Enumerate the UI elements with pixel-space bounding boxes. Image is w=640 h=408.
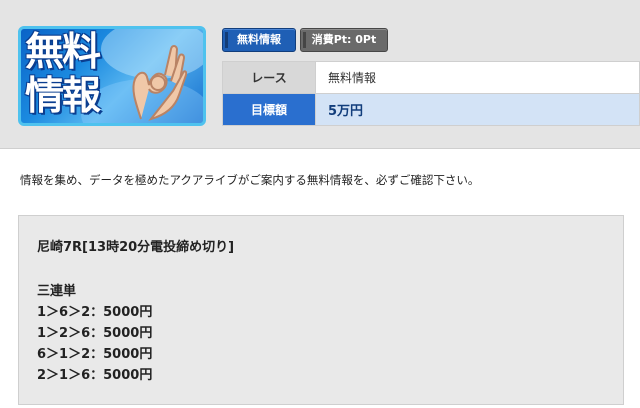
points-cost-badge: 消費Pt: 0Pt <box>300 28 388 52</box>
list-item: 1＞6＞2：5000円 <box>37 305 153 320</box>
ok-hand-icon <box>132 45 187 121</box>
list-item: 6＞1＞2：5000円 <box>37 347 153 362</box>
free-pick-box: 尼崎7R[13時20分電投締め切り] 三連単 1＞6＞2：5000円 1＞2＞6… <box>18 215 624 405</box>
race-label: レース <box>222 61 316 94</box>
target-value: 5万円 <box>315 93 640 126</box>
bet-type: 三連単 <box>37 284 77 299</box>
free-info-badge-label: 無料情報 <box>237 33 281 46</box>
list-item: 2＞1＞6：5000円 <box>37 368 153 383</box>
badge-stripe <box>225 32 228 48</box>
points-cost-badge-label: 消費Pt: 0Pt <box>311 33 377 46</box>
target-label: 目標額 <box>222 93 316 126</box>
free-info-badge: 無料情報 <box>222 28 296 52</box>
race-info-table: レース 無料情報 目標額 5万円 <box>222 61 640 126</box>
intro-text: 情報を集め、データを極めたアクアライブがご案内する無料情報を、必ずご確認下さい。 <box>20 173 480 187</box>
race-value: 無料情報 <box>315 61 640 94</box>
banner-title: 無料情報 <box>25 30 101 119</box>
combination-list: 1＞6＞2：5000円 1＞2＞6：5000円 6＞1＞2：5000円 2＞1＞… <box>37 302 152 386</box>
race-row: レース 無料情報 <box>222 61 640 94</box>
list-item: 1＞2＞6：5000円 <box>37 326 153 341</box>
free-info-banner: 無料情報 <box>18 26 206 126</box>
race-title: 尼崎7R[13時20分電投締め切り] <box>37 240 235 255</box>
target-row: 目標額 5万円 <box>222 93 640 126</box>
badge-stripe <box>303 32 306 48</box>
